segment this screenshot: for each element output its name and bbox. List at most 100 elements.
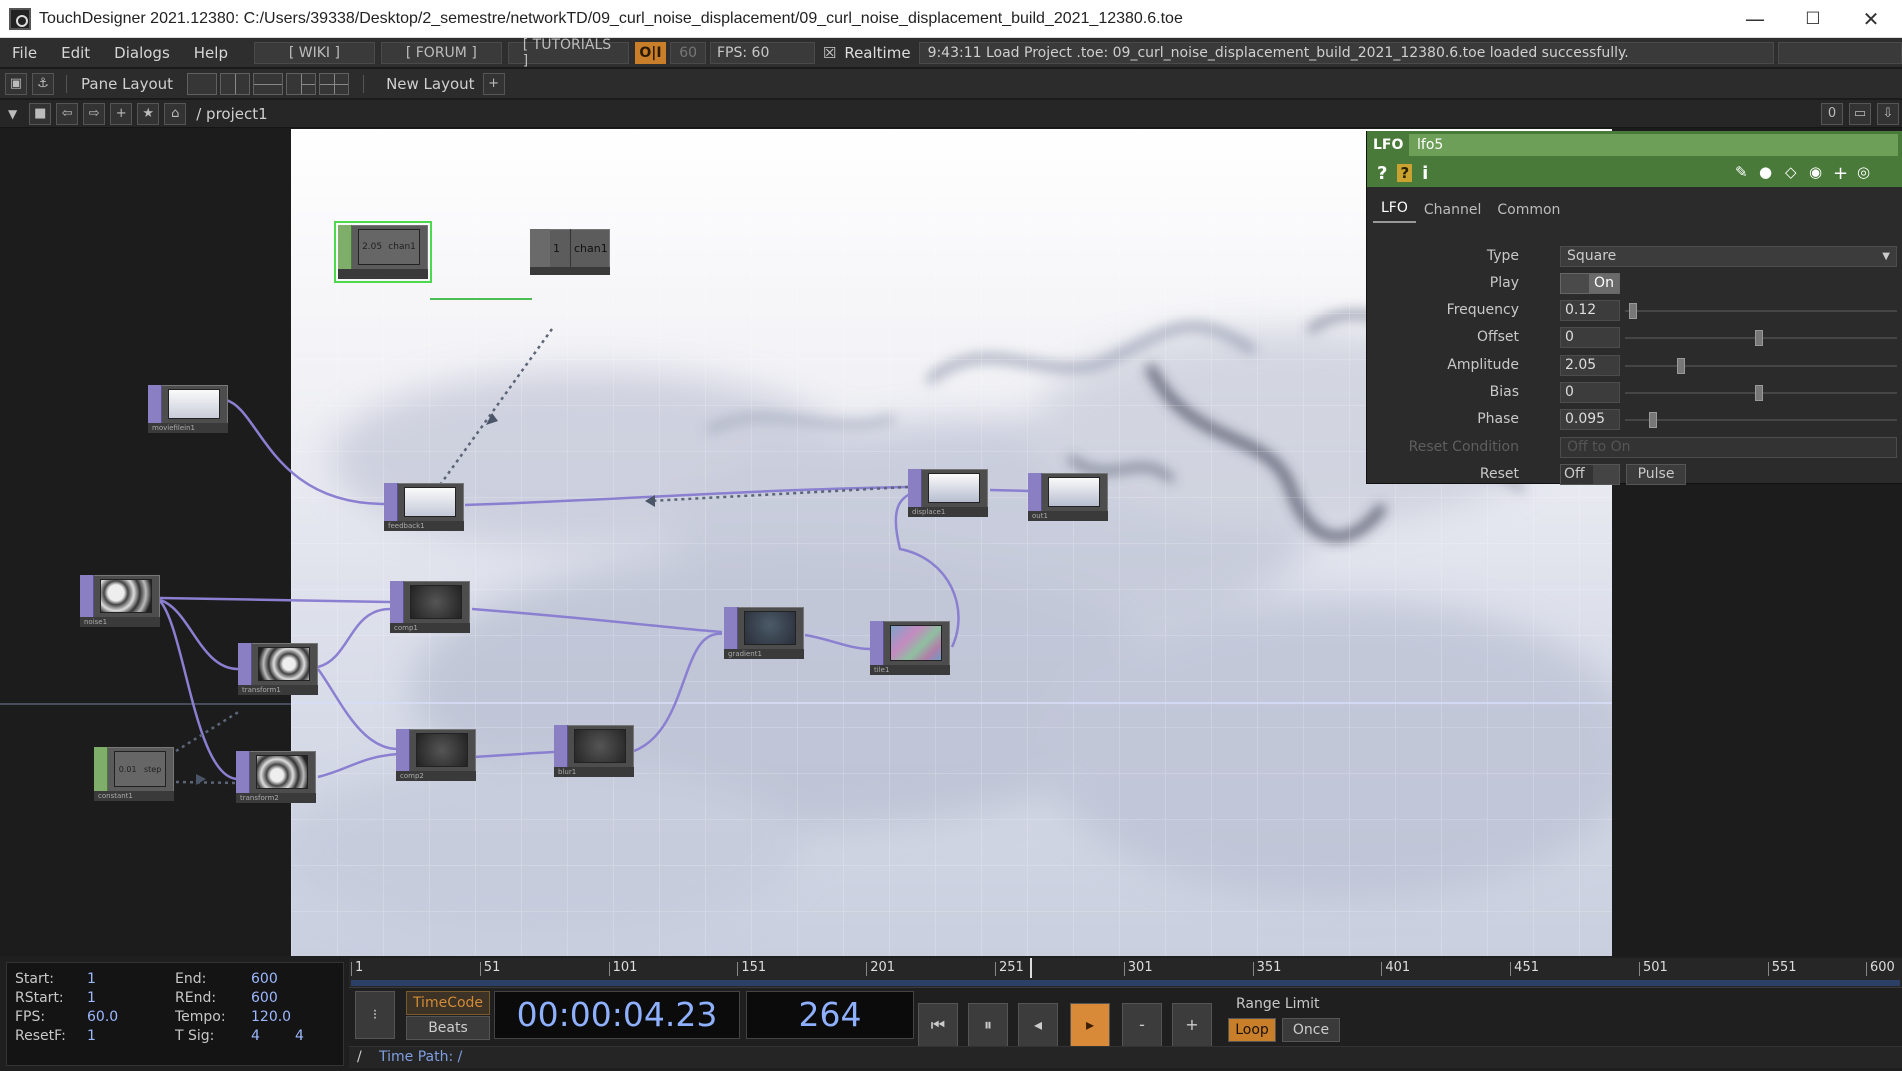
forum-link[interactable]: [ FORUM ] <box>380 41 502 64</box>
loop-button[interactable]: Loop <box>1228 1018 1276 1042</box>
amplitude-field[interactable]: 2.05 <box>1560 355 1620 376</box>
perform-mode-toggle[interactable]: O|I <box>634 41 667 64</box>
info-icon[interactable]: i <box>1422 163 1428 184</box>
time-path-root[interactable]: / <box>357 1047 362 1067</box>
reset-toggle[interactable]: Off <box>1560 464 1620 485</box>
new-layout-add-button[interactable]: + <box>482 72 505 95</box>
node-transform2[interactable]: transform2 <box>236 751 316 803</box>
once-button[interactable]: Once <box>1282 1018 1340 1042</box>
resetf-value[interactable]: 1 <box>87 1028 96 1044</box>
network-view-icon[interactable]: ⚓ <box>32 72 54 95</box>
menu-edit[interactable]: Edit <box>49 44 102 62</box>
rend-value[interactable]: 600 <box>251 990 278 1006</box>
tsig-denominator[interactable]: 4 <box>295 1028 304 1044</box>
node-lfo5[interactable]: 2.05 chan1 <box>334 221 432 283</box>
type-menu[interactable]: Square ▼ <box>1560 246 1897 267</box>
timeline-playhead[interactable] <box>1029 958 1032 978</box>
python-help-icon[interactable]: ? <box>1397 164 1413 182</box>
node-noise1[interactable]: noise1 <box>80 575 160 627</box>
layout-single-icon[interactable] <box>187 72 218 95</box>
close-button[interactable]: ✕ <box>1842 0 1900 38</box>
menu-dialogs[interactable]: Dialogs <box>102 44 182 62</box>
node-transform1[interactable]: transform1 <box>238 643 318 695</box>
stop-icon[interactable]: ■ <box>29 102 52 125</box>
tempo-value[interactable]: 120.0 <box>251 1009 291 1025</box>
tab-channel[interactable]: Channel <box>1416 202 1489 223</box>
forward-arrow-icon[interactable]: ⇨ <box>83 102 106 125</box>
timecode-display[interactable]: 00:00:04.23 <box>494 991 740 1039</box>
timeline-ruler[interactable]: 1 51 101 151 201 251 301 351 401 451 501 551 600 <box>349 958 1902 988</box>
op-name-field[interactable]: lfo5 <box>1409 134 1898 156</box>
minimize-button[interactable]: — <box>1726 0 1784 38</box>
image-view-icon[interactable]: ▣ <box>5 72 27 95</box>
bias-slider[interactable] <box>1625 385 1897 401</box>
node-tile1[interactable]: tile1 <box>870 621 950 675</box>
tab-common[interactable]: Common <box>1489 202 1568 223</box>
phase-field[interactable]: 0.095 <box>1560 409 1620 430</box>
tab-lfo[interactable]: LFO <box>1373 200 1416 223</box>
comment-icon[interactable]: ● <box>1759 163 1772 181</box>
step-back-icon[interactable]: ◂ <box>1018 1003 1058 1047</box>
network-path[interactable]: / project1 <box>196 105 267 123</box>
layout-three-pane-icon[interactable] <box>286 72 317 95</box>
python-icon[interactable]: ◉ <box>1809 163 1822 181</box>
frequency-slider[interactable] <box>1625 303 1897 319</box>
clear-icon[interactable]: ◇ <box>1785 163 1797 181</box>
layout-split-horizontal-icon[interactable] <box>253 72 284 95</box>
offset-slider[interactable] <box>1625 330 1897 346</box>
play-toggle[interactable]: On <box>1560 273 1620 294</box>
offset-field[interactable]: 0 <box>1560 327 1620 348</box>
timeline-tick: 151 <box>737 961 766 976</box>
back-arrow-icon[interactable]: ⇦ <box>56 102 79 125</box>
step-minus-button[interactable]: - <box>1122 1003 1162 1047</box>
start-value[interactable]: 1 <box>87 971 96 987</box>
timeline-range-track[interactable] <box>351 980 1900 986</box>
pane-menu-chevron-icon[interactable]: ▼ <box>8 107 17 121</box>
rstart-value[interactable]: 1 <box>87 990 96 1006</box>
node-comp2[interactable]: comp2 <box>396 729 476 781</box>
target-icon[interactable]: ◎ <box>1857 163 1870 181</box>
bias-field[interactable]: 0 <box>1560 382 1620 403</box>
play-icon[interactable]: ▸ <box>1070 1003 1110 1047</box>
step-plus-button[interactable]: + <box>1172 1003 1212 1047</box>
node-constant1[interactable]: 0.01 step constant1 <box>94 747 174 801</box>
node-comp1[interactable]: comp1 <box>390 581 470 633</box>
node-blur1[interactable]: blur1 <box>554 725 634 777</box>
node-out1[interactable]: out1 <box>1028 473 1108 521</box>
pane-maximize-icon[interactable]: ▭ <box>1849 102 1871 125</box>
pause-icon[interactable]: ⏸ <box>968 1003 1008 1047</box>
realtime-checkbox[interactable]: ☒ <box>823 44 836 62</box>
fps-cap-field[interactable]: 60 <box>670 41 706 64</box>
frequency-field[interactable]: 0.12 <box>1560 300 1620 321</box>
node-displace1[interactable]: displace1 <box>908 469 988 517</box>
timecode-button[interactable]: TimeCode <box>406 991 490 1015</box>
help-icon[interactable]: ? <box>1377 163 1387 184</box>
maximize-button[interactable]: ☐ <box>1784 0 1842 38</box>
layout-split-vertical-icon[interactable] <box>220 72 251 95</box>
phase-slider[interactable] <box>1625 412 1897 428</box>
bookmark-star-icon[interactable]: ★ <box>137 102 160 125</box>
add-node-icon[interactable]: + <box>110 102 133 125</box>
frame-display[interactable]: 264 <box>746 991 914 1039</box>
node-feedback1[interactable]: feedback1 <box>384 483 464 531</box>
layout-four-pane-icon[interactable] <box>319 72 350 95</box>
fps-value[interactable]: 60.0 <box>87 1009 118 1025</box>
time-mode-icon[interactable]: ⁝ <box>355 991 395 1039</box>
add-parameter-icon[interactable]: + <box>1833 163 1848 184</box>
pulse-button[interactable]: Pulse <box>1626 464 1686 485</box>
wiki-link[interactable]: [ WIKI ] <box>253 41 375 64</box>
node-null1[interactable]: 1 chan1 <box>530 229 610 275</box>
pane-split-down-icon[interactable]: ⇩ <box>1877 102 1899 125</box>
amplitude-slider[interactable] <box>1625 358 1897 374</box>
tutorials-link[interactable]: [ TUTORIALS ] <box>507 37 629 69</box>
menu-file[interactable]: File <box>0 44 49 62</box>
menu-help[interactable]: Help <box>182 44 240 62</box>
beats-button[interactable]: Beats <box>406 1016 490 1040</box>
node-gradient1[interactable]: gradient1 <box>724 607 804 659</box>
edit-pencil-icon[interactable]: ✎ <box>1735 163 1748 181</box>
end-value[interactable]: 600 <box>251 971 278 987</box>
rewind-to-start-icon[interactable]: ⏮ <box>918 1003 958 1047</box>
home-icon[interactable]: ⌂ <box>164 102 187 125</box>
node-moviefilein1[interactable]: moviefilein1 <box>148 385 228 433</box>
tsig-numerator[interactable]: 4 <box>251 1028 260 1044</box>
